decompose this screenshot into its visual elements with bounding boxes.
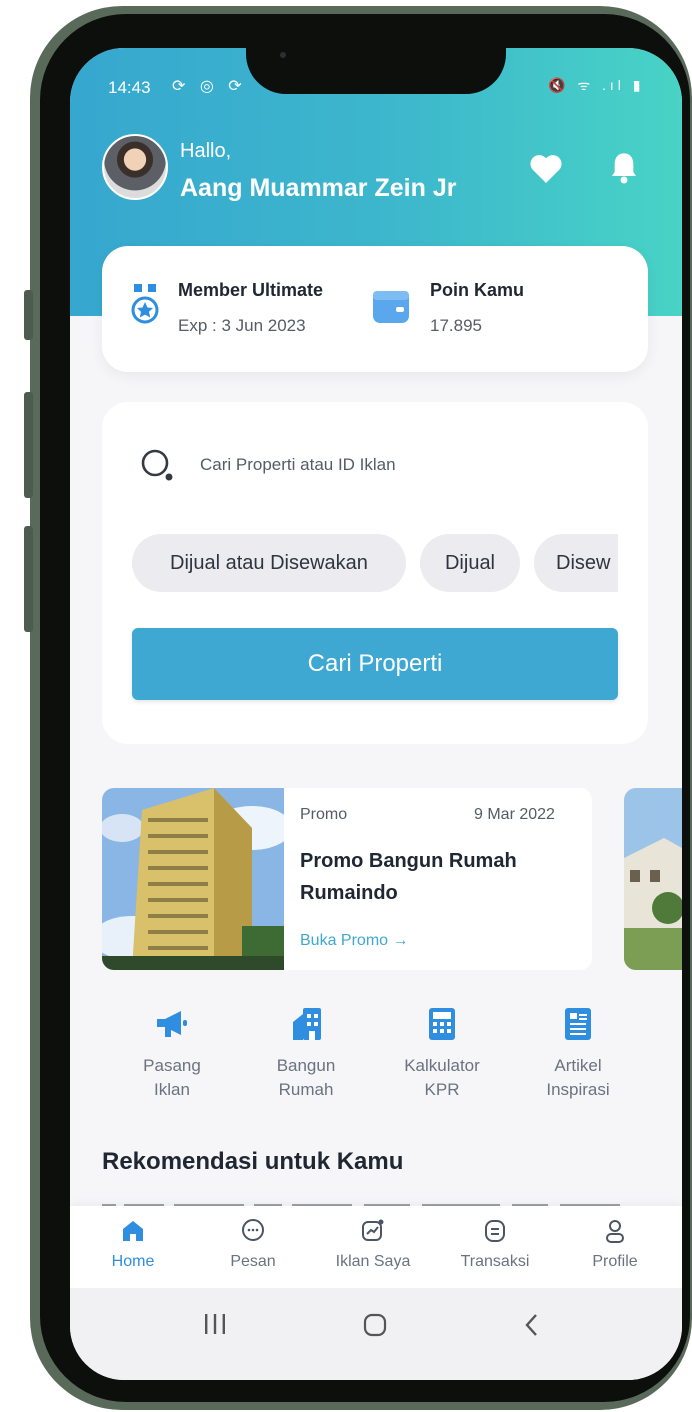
promo-building-image xyxy=(102,788,292,970)
promo-card-next[interactable] xyxy=(624,788,682,970)
menu-label-line2: Iklan xyxy=(154,1080,190,1099)
open-promo-link[interactable]: Buka Promo → xyxy=(300,932,409,950)
home-icon xyxy=(78,1218,188,1249)
points-title: Poin Kamu xyxy=(430,280,525,300)
nav-label: Transaksi xyxy=(460,1253,530,1270)
promo-date: 9 Mar 2022 xyxy=(474,806,555,823)
menu-label-line2: KPR xyxy=(424,1080,460,1099)
menu-kalkulator-kpr[interactable]: Kalkulator KPR xyxy=(382,1008,502,1102)
back-chevron-icon[interactable] xyxy=(522,1312,542,1343)
promo-card[interactable]: Promo 9 Mar 2022 Promo Bangun Rumah Ruma… xyxy=(102,788,592,970)
receipt-icon xyxy=(440,1218,550,1249)
nav-iklan-saya[interactable]: Iklan Saya xyxy=(318,1218,428,1271)
phone-screen: 14:43 ⟳ ◎ ⟳ 🔇 ᯤ .ıl ▮ Hallo, Aang Muamma… xyxy=(70,48,682,1380)
nav-pesan[interactable]: Pesan xyxy=(198,1218,308,1271)
nav-label: Iklan Saya xyxy=(335,1253,411,1270)
favorites-heart-icon[interactable] xyxy=(528,150,564,186)
filter-chip-dijual[interactable]: Dijual xyxy=(420,534,520,592)
nav-label: Profile xyxy=(592,1253,638,1270)
nav-label: Home xyxy=(111,1253,155,1270)
promo-tag: Promo xyxy=(300,806,348,823)
system-navigation-bar xyxy=(70,1288,682,1380)
menu-label-line1: Pasang xyxy=(143,1056,201,1075)
menu-pasang-iklan[interactable]: Pasang Iklan xyxy=(112,1008,232,1102)
wallet-icon xyxy=(372,288,410,331)
menu-label-line1: Kalkulator xyxy=(404,1056,480,1075)
filter-chip-dijual-atau-disewakan[interactable]: Dijual atau Disewakan xyxy=(132,534,406,592)
bottom-navigation: Home Pesan Iklan Saya Transaksi Profile xyxy=(70,1206,682,1288)
avatar[interactable] xyxy=(102,134,168,200)
megaphone-icon xyxy=(112,1008,232,1044)
search-placeholder: Cari Properti atau ID Iklan xyxy=(200,455,396,474)
article-icon xyxy=(518,1008,638,1044)
greeting: Hallo, xyxy=(180,140,232,162)
chat-icon xyxy=(198,1218,308,1249)
volume-up-button xyxy=(24,290,33,340)
status-system-icons: 🔇 ᯤ .ıl ▮ xyxy=(548,77,645,93)
user-icon xyxy=(560,1218,670,1249)
front-camera xyxy=(280,52,286,58)
recent-apps-icon[interactable] xyxy=(202,1312,228,1341)
nav-profile[interactable]: Profile xyxy=(560,1218,670,1271)
status-notification-icons: ⟳ ◎ ⟳ xyxy=(172,78,247,95)
power-button xyxy=(24,526,33,632)
menu-label-line1: Bangun xyxy=(276,1056,336,1075)
points-value: 17.895 xyxy=(430,316,482,335)
menu-label-line2: Inspirasi xyxy=(546,1080,610,1099)
filter-chip-disewakan[interactable]: Disew xyxy=(534,534,618,592)
nav-home[interactable]: Home xyxy=(78,1218,188,1271)
section-title: Rekomendasi untuk Kamu xyxy=(102,1148,404,1175)
nav-transaksi[interactable]: Transaksi xyxy=(440,1218,550,1271)
building-icon xyxy=(246,1008,366,1044)
menu-label-line2: Rumah xyxy=(278,1080,334,1099)
home-circle-icon[interactable] xyxy=(362,1312,388,1343)
search-input[interactable]: Cari Properti atau ID Iklan xyxy=(200,450,600,482)
nav-label: Pesan xyxy=(230,1253,276,1270)
member-title: Member Ultimate xyxy=(178,280,324,300)
notification-bell-icon[interactable] xyxy=(606,150,642,186)
calculator-icon xyxy=(382,1008,502,1044)
promo-title-line1: Promo Bangun Rumah xyxy=(300,850,517,872)
chart-icon xyxy=(318,1218,428,1249)
menu-artikel-inspirasi[interactable]: Artikel Inspirasi xyxy=(518,1008,638,1102)
open-promo-label: Buka Promo xyxy=(300,932,389,949)
search-property-button[interactable]: Cari Properti xyxy=(132,628,618,700)
member-expiry: Exp : 3 Jun 2023 xyxy=(178,316,306,335)
filter-chip-list: Dijual atau Disewakan Dijual Disew xyxy=(132,534,618,592)
menu-bangun-rumah[interactable]: Bangun Rumah xyxy=(246,1008,366,1102)
user-name: Aang Muammar Zein Jr xyxy=(180,174,457,202)
promo-title-line2: Rumaindo xyxy=(300,882,398,904)
volume-down-button xyxy=(24,392,33,498)
search-icon xyxy=(140,448,176,489)
status-time: 14:43 xyxy=(108,78,151,97)
arrow-right-icon: → xyxy=(388,932,409,949)
menu-label-line1: Artikel xyxy=(554,1056,602,1075)
medal-icon xyxy=(130,282,160,329)
